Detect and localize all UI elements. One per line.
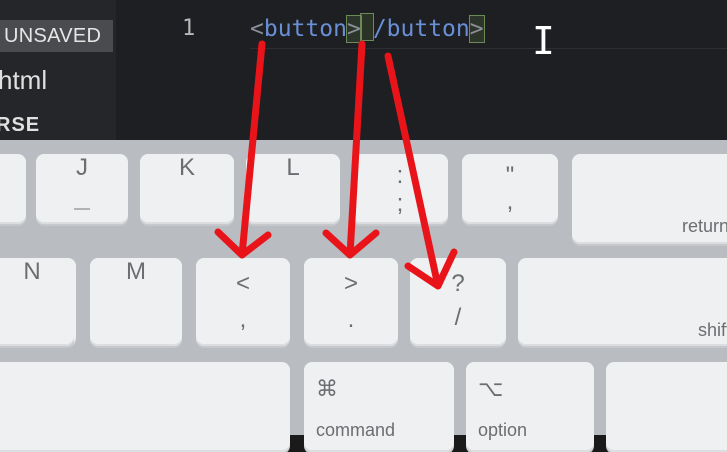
- key-m-label: M: [126, 258, 146, 285]
- key-k-label: K: [178, 154, 195, 181]
- key-option: ⌥ option: [466, 362, 594, 452]
- sidebar: UNSAVED html RSE: [0, 0, 116, 140]
- line-number: 1: [182, 16, 196, 41]
- key-semicolon-bottom: ;: [396, 190, 404, 217]
- key-j-label: J: [76, 154, 88, 181]
- key-slash: ? /: [410, 258, 506, 346]
- tag-name: button: [263, 16, 347, 42]
- key-k: K: [140, 154, 234, 224]
- code-line[interactable]: <button>/button>: [250, 13, 485, 43]
- key-h: [0, 154, 26, 224]
- key-semicolon-top: :: [396, 162, 404, 189]
- key-l: L: [246, 154, 340, 224]
- key-shift-label: shift: [698, 320, 727, 340]
- key-return-label: return: [682, 216, 727, 236]
- key-period: > .: [304, 258, 398, 346]
- ibeam-cursor-icon: I: [532, 19, 555, 63]
- key-return: return: [572, 154, 727, 244]
- key-quote: " ,: [462, 154, 558, 224]
- code-close-tag: /button>: [372, 15, 485, 43]
- close-tag-name: /button: [372, 16, 470, 42]
- key-n: N: [0, 258, 74, 346]
- key-comma-top: <: [235, 270, 250, 297]
- close-bracket-highlight: >: [345, 15, 362, 43]
- key-slash-bottom: /: [454, 304, 462, 331]
- unsaved-label: UNSAVED: [4, 25, 102, 47]
- open-bracket: <: [250, 16, 264, 42]
- key-comma-bottom: ,: [239, 306, 247, 333]
- text-cursor-position: [359, 13, 374, 41]
- key-comma: < ,: [196, 258, 290, 346]
- key-slash-top: ?: [451, 270, 465, 297]
- open-tag-text: <button>: [250, 15, 362, 43]
- key-option-label: option: [478, 420, 528, 440]
- file-item-html[interactable]: html: [0, 64, 47, 96]
- key-m: M: [90, 258, 182, 346]
- sidebar-section-heading: RSE: [0, 114, 41, 136]
- key-quote-bottom: ,: [506, 188, 514, 215]
- code-open-tag: <button>: [250, 15, 362, 43]
- line-divider: [250, 48, 727, 49]
- key-n-label: N: [23, 258, 41, 285]
- key-period-top: >: [343, 270, 358, 297]
- key-command-label: command: [316, 420, 396, 440]
- key-quote-top: ": [505, 162, 515, 189]
- code-editor[interactable]: UNSAVED html RSE 1 <button>/button> I: [0, 0, 727, 140]
- key-space: [0, 362, 290, 452]
- key-semicolon: : ;: [352, 154, 448, 224]
- option-icon: ⌥: [478, 376, 504, 401]
- key-j-bump: [74, 208, 90, 210]
- key-l-label: L: [286, 154, 300, 181]
- key-arrow-left: [606, 362, 727, 452]
- key-command: ⌘ command: [304, 362, 454, 452]
- key-j: J: [36, 154, 128, 224]
- keyboard: J K L : ; " , return N M < , > . ? / shi…: [0, 140, 727, 452]
- key-shift: shift: [518, 258, 727, 346]
- key-period-bottom: .: [347, 306, 355, 333]
- file-label: html: [0, 65, 48, 95]
- unsaved-tab[interactable]: UNSAVED: [0, 20, 113, 52]
- close-tag-bracket-highlight: >: [468, 15, 485, 43]
- command-icon: ⌘: [316, 376, 338, 401]
